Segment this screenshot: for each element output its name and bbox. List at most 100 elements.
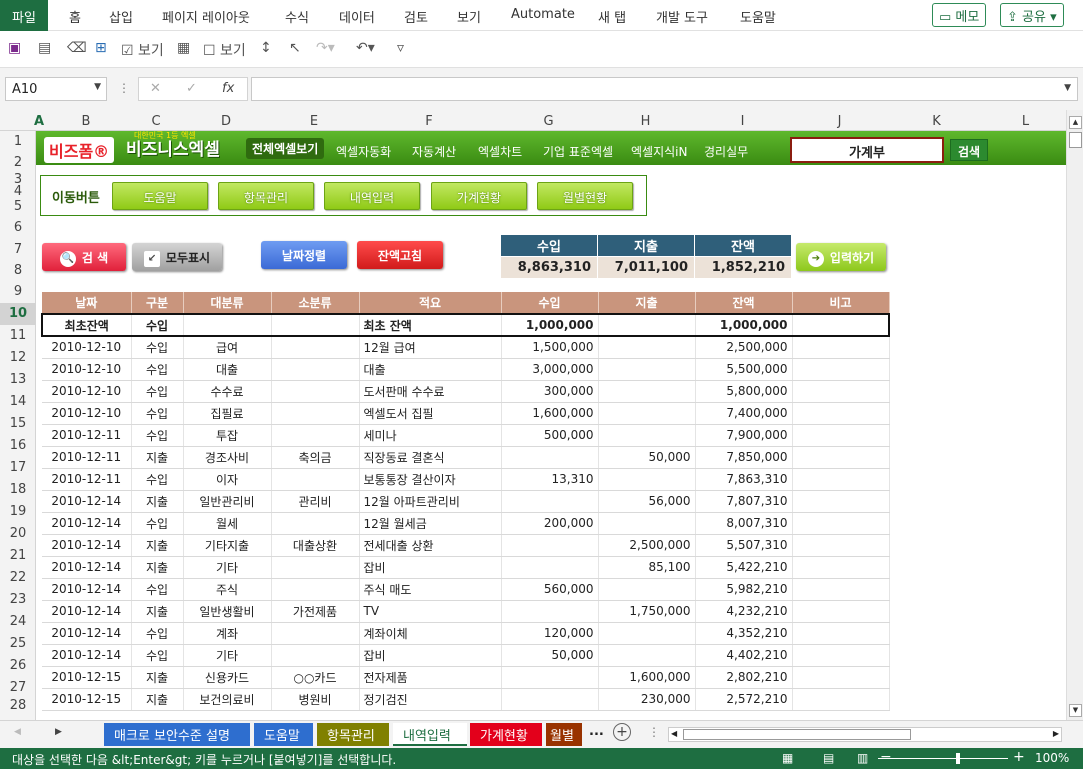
hscroll-thumb[interactable] — [683, 729, 911, 740]
view-checkbox-1[interactable]: ☑ 보기 — [121, 40, 164, 60]
tab-split-handle[interactable]: ⋮ — [648, 725, 660, 739]
table-cell[interactable]: 병원비 — [271, 688, 360, 711]
table-cell[interactable]: 50,000 — [598, 446, 696, 469]
row-header[interactable]: 17 — [0, 457, 36, 479]
tab-file[interactable]: 파일 — [0, 0, 48, 31]
zoom-level[interactable]: 100% — [1035, 751, 1069, 765]
table-cell[interactable] — [792, 644, 890, 667]
table-cell[interactable]: 지출 — [131, 688, 184, 711]
row-header[interactable]: 15 — [0, 413, 36, 435]
col-header-c[interactable]: C — [130, 114, 182, 129]
table-cell[interactable]: 2,572,210 — [695, 688, 793, 711]
tab-prev-icon[interactable]: ◀ — [14, 727, 21, 737]
monthly-status-button[interactable]: 월별현황 — [537, 182, 633, 210]
row-header[interactable]: 22 — [0, 567, 36, 589]
table-cell[interactable]: 12월 월세금 — [359, 512, 502, 535]
row-header[interactable]: 16 — [0, 435, 36, 457]
row-header[interactable]: 6 — [0, 217, 36, 239]
table-cell[interactable]: 230,000 — [598, 688, 696, 711]
table-cell[interactable]: 대출상환 — [271, 534, 360, 557]
col-header-j[interactable]: J — [791, 114, 888, 129]
col-header-i[interactable]: I — [694, 114, 791, 129]
table-cell[interactable]: 120,000 — [501, 622, 599, 645]
table-cell[interactable]: 2010-12-14 — [42, 578, 132, 601]
row-header[interactable]: 26 — [0, 655, 36, 677]
table-cell[interactable]: 2010-12-11 — [42, 424, 132, 447]
table-cell[interactable]: 4,402,210 — [695, 644, 793, 667]
table-cell[interactable] — [598, 313, 696, 337]
table-cell[interactable]: 5,507,310 — [695, 534, 793, 557]
table-cell[interactable]: 1,000,000 — [695, 313, 793, 337]
table-cell[interactable]: 지출 — [131, 556, 184, 579]
table-cell[interactable]: 5,800,000 — [695, 380, 793, 403]
table-cell[interactable] — [792, 336, 890, 359]
table-cell[interactable] — [792, 446, 890, 469]
row-header[interactable]: 4 — [0, 185, 36, 198]
zoom-in-icon[interactable]: + — [1013, 749, 1025, 765]
banner-search-input[interactable]: 가계부 — [790, 137, 944, 163]
clear-format-icon[interactable]: ⌫ — [67, 40, 87, 56]
chevron-down-icon[interactable]: ▼ — [94, 82, 101, 92]
table-cell[interactable]: 7,900,000 — [695, 424, 793, 447]
table-cell[interactable]: 5,500,000 — [695, 358, 793, 381]
show-all-button[interactable]: ↙ 모두표시 — [132, 243, 222, 271]
table-cell[interactable]: 1,750,000 — [598, 600, 696, 623]
table-cell[interactable]: 1,600,000 — [598, 666, 696, 689]
table-cell[interactable] — [792, 666, 890, 689]
vertical-scrollbar[interactable]: ▲ ▼ — [1066, 110, 1083, 720]
zoom-slider-thumb[interactable] — [956, 753, 960, 764]
table-icon[interactable]: ▦ — [177, 40, 190, 56]
row-header[interactable]: 7 — [0, 239, 36, 260]
nav-accounting[interactable]: 경리실무 — [704, 143, 748, 160]
table-cell[interactable]: 지출 — [131, 534, 184, 557]
row-header[interactable]: 1 — [0, 131, 36, 152]
row-header[interactable]: 18 — [0, 479, 36, 501]
table-cell[interactable]: 12월 급여 — [359, 336, 502, 359]
sheet-tab-help[interactable]: 도움말 — [254, 723, 313, 746]
tab-next-icon[interactable]: ▶ — [55, 727, 62, 737]
input-button[interactable]: ➔ 입력하기 — [796, 243, 886, 271]
table-cell[interactable]: 2010-12-15 — [42, 666, 132, 689]
table-cell[interactable]: 56,000 — [598, 490, 696, 513]
sheet-tab-monthly[interactable]: 월별 — [546, 723, 582, 746]
bizexcel-logo[interactable]: 대한민국 1등 엑셀 비즈니스엑셀 — [126, 131, 220, 160]
table-cell[interactable]: 수입 — [131, 336, 184, 359]
more-icon[interactable]: ⋮ — [118, 81, 130, 95]
tab-insert[interactable]: 삽입 — [109, 7, 133, 26]
search-button[interactable]: 🔍 검 색 — [42, 243, 126, 271]
table-cell[interactable]: 지출 — [131, 446, 184, 469]
table-cell[interactable] — [271, 468, 360, 491]
worksheet[interactable]: A B C D E F G H I J K L 1 2 3 4 5 6 7 8 9 10 11 12 1… — [0, 110, 1083, 720]
table-cell[interactable]: 정기검진 — [359, 688, 502, 711]
table-cell[interactable]: 경조사비 — [183, 446, 272, 469]
table-cell[interactable]: 8,007,310 — [695, 512, 793, 535]
table-cell[interactable] — [598, 424, 696, 447]
table-cell[interactable]: 수입 — [131, 644, 184, 667]
tab-formulas[interactable]: 수식 — [285, 7, 309, 26]
table-cell[interactable]: TV — [359, 600, 502, 623]
table-cell[interactable] — [792, 688, 890, 711]
table-cell[interactable]: 560,000 — [501, 578, 599, 601]
table-cell[interactable] — [598, 578, 696, 601]
customize-qat-icon[interactable]: ▿ — [397, 40, 404, 56]
table-cell[interactable] — [501, 688, 599, 711]
formula-input[interactable]: ▼ — [251, 77, 1078, 101]
page-break-view-icon[interactable]: ▥ — [857, 751, 868, 765]
scroll-up-icon[interactable]: ▲ — [1069, 116, 1082, 129]
table-cell[interactable]: 최초잔액 — [41, 313, 132, 337]
redo-icon[interactable]: ↷▾ — [316, 40, 335, 56]
table-cell[interactable]: 수입 — [131, 313, 184, 337]
table-cell[interactable]: 수입 — [131, 468, 184, 491]
scroll-left-icon[interactable]: ◀ — [671, 729, 677, 738]
sort-date-button[interactable]: 날짜정렬 — [261, 241, 347, 269]
row-header[interactable]: 12 — [0, 347, 36, 369]
table-cell[interactable] — [598, 512, 696, 535]
row-header[interactable]: 27 — [0, 677, 36, 699]
table-cell[interactable]: 2010-12-14 — [42, 622, 132, 645]
nav-excel-chart[interactable]: 엑셀차트 — [478, 143, 522, 160]
table-cell[interactable]: 보건의료비 — [183, 688, 272, 711]
table-cell[interactable] — [271, 402, 360, 425]
name-box[interactable]: A10 ▼ — [5, 77, 107, 101]
add-sheet-icon[interactable]: + — [613, 723, 631, 741]
table-cell[interactable]: 2010-12-15 — [42, 688, 132, 711]
